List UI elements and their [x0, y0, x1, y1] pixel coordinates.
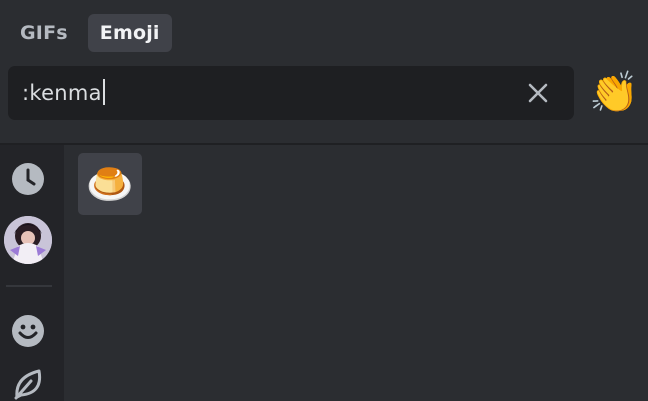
- tab-emoji[interactable]: Emoji: [87, 14, 172, 52]
- emoji-results-grid: 🍮: [64, 145, 648, 401]
- clear-search-button[interactable]: [524, 79, 552, 107]
- tab-gifs[interactable]: GIFs: [8, 14, 80, 52]
- sidebar-divider: [6, 285, 52, 287]
- smiley-icon: [12, 315, 44, 347]
- category-sidebar: [0, 145, 64, 401]
- emoji-result-custard[interactable]: 🍮: [78, 153, 142, 215]
- search-box[interactable]: :kenma: [8, 66, 574, 120]
- avatar-image: [4, 216, 52, 264]
- sidebar-item-server[interactable]: [0, 215, 56, 265]
- avatar: [4, 216, 52, 264]
- search-input[interactable]: :kenma: [22, 66, 105, 120]
- clock-icon: [12, 163, 44, 195]
- sidebar-item-recent[interactable]: [0, 161, 56, 197]
- emoji-preview-button[interactable]: 👏: [588, 67, 640, 119]
- sidebar-item-nature[interactable]: [0, 367, 56, 401]
- sidebar-item-people[interactable]: [0, 313, 56, 349]
- text-caret: [102, 79, 105, 105]
- emoji-picker: GIFs Emoji :kenma 👏 🍮: [0, 0, 648, 401]
- search-value: :kenma: [22, 81, 102, 105]
- leaf-icon: [14, 369, 42, 400]
- picker-tabs: GIFs Emoji: [8, 14, 172, 52]
- close-icon: [528, 83, 548, 103]
